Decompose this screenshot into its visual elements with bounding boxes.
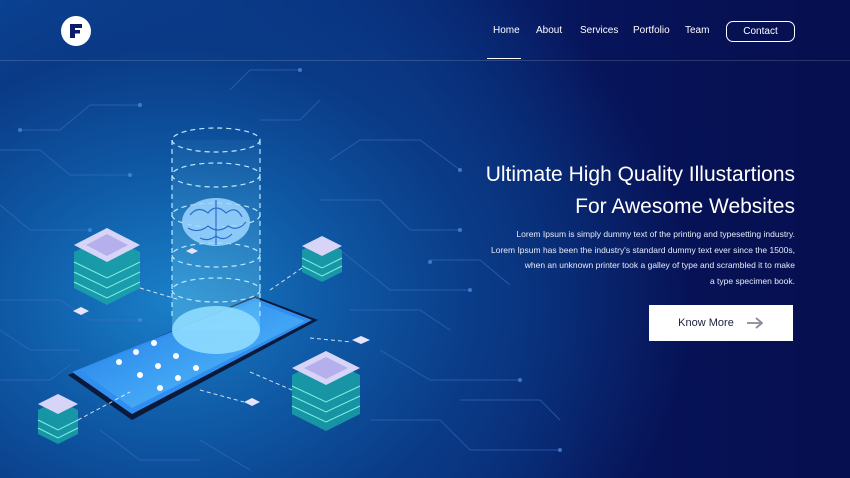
main-nav: Home About Services Portfolio Team Conta… (0, 0, 850, 61)
hero-title-line-2: For Awesome Websites (575, 195, 795, 218)
hero-body-line: a type specimen book. (709, 275, 795, 286)
server-stack-bottom-left (37, 394, 79, 444)
arrow-right-icon (746, 317, 764, 329)
nav-item-home[interactable]: Home (493, 25, 520, 36)
site-header: Home About Services Portfolio Team Conta… (0, 0, 850, 61)
server-stack-bottom (291, 351, 361, 431)
server-stack-left (73, 228, 141, 305)
know-more-label: Know More (678, 317, 734, 329)
nav-item-portfolio[interactable]: Portfolio (633, 25, 670, 36)
nav-item-team[interactable]: Team (685, 25, 709, 36)
know-more-button[interactable]: Know More (649, 305, 793, 341)
brain-icon (182, 198, 250, 246)
active-nav-indicator (487, 58, 521, 59)
server-stack-small-right (301, 236, 343, 282)
hero-body-line: Lorem Ipsum has been the industry's stan… (490, 244, 795, 255)
hero-title-line-1: Ultimate High Quality Illustartions (485, 163, 795, 186)
nav-item-services[interactable]: Services (580, 25, 618, 36)
nav-item-about[interactable]: About (536, 25, 562, 36)
hero-body-line: Lorem Ipsum is simply dummy text of the … (516, 229, 795, 239)
contact-button[interactable]: Contact (726, 21, 795, 42)
hero-body-line: when an unknown printer took a galley of… (524, 260, 795, 270)
